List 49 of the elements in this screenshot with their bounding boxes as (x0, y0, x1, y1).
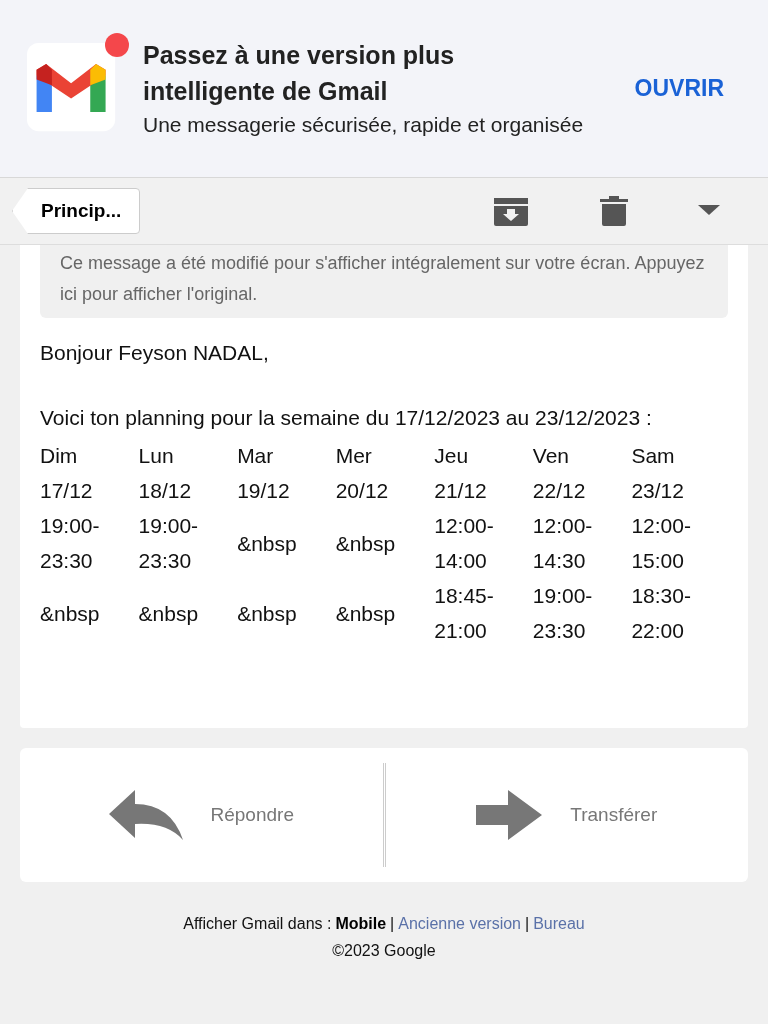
table-cell: 18:45-21:00 (434, 584, 494, 642)
table-cell: 19/12 (237, 479, 290, 502)
table-cell: &nbsp (335, 601, 396, 625)
table-cell: 19:00-23:30 (138, 514, 199, 572)
table-cell: Dim (40, 444, 78, 467)
back-button[interactable]: Princip... (12, 188, 141, 234)
table-cell: Mar (237, 444, 274, 467)
table-cell: 23/12 (631, 479, 684, 502)
table-cell: &nbsp (237, 601, 297, 625)
open-button[interactable]: OUVRIR (630, 71, 728, 106)
copyright-text: ©2023 Google (331, 942, 437, 960)
view-link[interactable]: Bureau (533, 915, 585, 932)
table-cell: 19:00-23:30 (532, 584, 593, 642)
view-link[interactable]: Mobile (335, 915, 387, 932)
separator: | (390, 915, 395, 932)
table-cell: 12:00-15:00 (631, 514, 691, 572)
footer-label: Afficher Gmail dans : (183, 915, 332, 932)
table-cell: Mer (335, 444, 372, 467)
greeting-text: Bonjour Feyson NADAL, (40, 340, 270, 366)
table-cell: Ven (532, 444, 570, 467)
archive-icon[interactable] (492, 196, 530, 226)
table-cell: &nbsp (237, 531, 297, 555)
forward-button[interactable]: Transférer (385, 748, 748, 882)
table-cell: 18:30-22:00 (631, 584, 691, 642)
trash-icon[interactable] (600, 196, 628, 226)
table-cell: &nbsp (335, 531, 396, 555)
curved-arrow-icon (108, 790, 183, 840)
table-cell: Jeu (434, 444, 469, 467)
table-cell: Lun (138, 444, 174, 467)
table-cell: &nbsp (138, 601, 199, 625)
table-cell: 19:00-23:30 (40, 514, 100, 572)
table-cell: Sam (631, 444, 675, 467)
banner-title: Passez à une version plus intelligente de Gmail (143, 40, 456, 107)
table-cell: 20/12 (335, 479, 389, 502)
modified-notice[interactable]: Ce message a été modifié pour s'afficher intégralement sur votre écran. Appuyez ici pour afficher l'original. (40, 245, 728, 318)
intro-text: Voici ton planning pour la semaine du 17/12/2023 au 23/12/2023 : (40, 405, 653, 431)
table-cell: 12:00-14:00 (434, 514, 494, 572)
banner-subtitle: Une messagerie sécurisée, rapide et organisée (143, 112, 585, 138)
table-cell: 22/12 (532, 479, 586, 502)
dropdown-caret-icon[interactable] (698, 205, 720, 217)
view-link[interactable]: Ancienne version (398, 915, 521, 932)
table-cell: 12:00-14:30 (532, 514, 593, 572)
table-cell: 21/12 (434, 479, 487, 502)
table-cell: 17/12 (40, 479, 93, 502)
separator: | (525, 915, 530, 932)
right-arrow-icon (476, 790, 543, 840)
table-cell: 18/12 (138, 479, 192, 502)
table-cell: &nbsp (40, 601, 100, 625)
reply-button[interactable]: Répondre (20, 748, 383, 882)
